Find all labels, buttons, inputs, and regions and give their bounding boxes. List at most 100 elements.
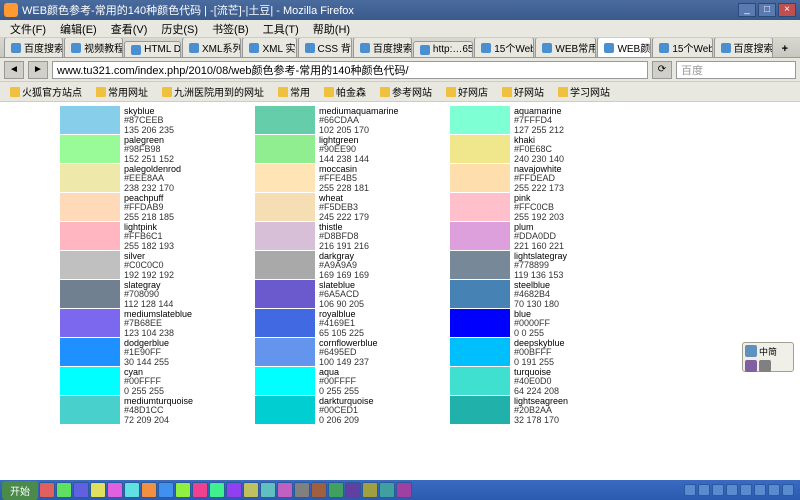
page-content: skyblue#87CEEB135 206 235palegreen#98FB9… bbox=[0, 102, 800, 480]
menu-item[interactable]: 帮助(H) bbox=[307, 20, 356, 38]
browser-tab[interactable]: 百度搜索… bbox=[4, 38, 63, 57]
tab-label: 百度搜索… bbox=[24, 40, 63, 55]
forward-button[interactable]: ► bbox=[28, 61, 48, 79]
color-row: royalblue#4169E165 105 225 bbox=[255, 309, 410, 337]
color-swatch bbox=[450, 164, 510, 192]
taskbar-item[interactable] bbox=[107, 482, 123, 498]
taskbar-item[interactable] bbox=[175, 482, 191, 498]
taskbar-item[interactable] bbox=[56, 482, 72, 498]
close-button[interactable]: × bbox=[778, 3, 796, 17]
taskbar-item[interactable] bbox=[209, 482, 225, 498]
menu-item[interactable]: 查看(V) bbox=[105, 20, 154, 38]
ime-panel[interactable]: 中简 bbox=[742, 342, 794, 372]
taskbar-item[interactable] bbox=[311, 482, 327, 498]
color-swatch bbox=[60, 193, 120, 221]
taskbar-item[interactable] bbox=[277, 482, 293, 498]
menu-item[interactable]: 编辑(E) bbox=[54, 20, 103, 38]
taskbar-item[interactable] bbox=[90, 482, 106, 498]
bookmark-item[interactable]: 常用 bbox=[272, 82, 316, 101]
tab-label: HTML D… bbox=[144, 44, 181, 55]
bookmark-item[interactable]: 好网店 bbox=[440, 82, 494, 101]
taskbar-item[interactable] bbox=[396, 482, 412, 498]
maximize-button[interactable]: □ bbox=[758, 3, 776, 17]
tray-icon[interactable] bbox=[754, 484, 766, 496]
taskbar-item[interactable] bbox=[345, 482, 361, 498]
bookmark-item[interactable]: 参考网站 bbox=[374, 82, 438, 101]
taskbar-item[interactable] bbox=[192, 482, 208, 498]
search-input[interactable]: 百度 bbox=[676, 61, 796, 79]
tab-favicon bbox=[11, 43, 21, 53]
color-rgb: 255 218 185 bbox=[124, 213, 211, 222]
color-info: wheat#F5DEB3245 222 179 bbox=[315, 193, 410, 221]
color-rgb: 0 0 255 bbox=[514, 329, 601, 338]
taskbar-item[interactable] bbox=[294, 482, 310, 498]
color-row: peachpuff#FFDAB9255 218 185 bbox=[60, 193, 215, 221]
tray-icon[interactable] bbox=[740, 484, 752, 496]
browser-tab[interactable]: HTML D… bbox=[124, 41, 181, 57]
taskbar-item[interactable] bbox=[379, 482, 395, 498]
menu-item[interactable]: 工具(T) bbox=[257, 20, 305, 38]
color-row: aquamarine#7FFFD4127 255 212 bbox=[450, 106, 605, 134]
taskbar-item[interactable] bbox=[39, 482, 55, 498]
tray-icon[interactable] bbox=[712, 484, 724, 496]
color-row: navajowhite#FFDEAD255 222 173 bbox=[450, 164, 605, 192]
taskbar-item[interactable] bbox=[73, 482, 89, 498]
color-swatch bbox=[450, 338, 510, 366]
tray-icon[interactable] bbox=[698, 484, 710, 496]
taskbar-item[interactable] bbox=[124, 482, 140, 498]
bookmark-item[interactable]: 好网站 bbox=[496, 82, 550, 101]
color-row: mediumaquamarine#66CDAA102 205 170 bbox=[255, 106, 410, 134]
browser-tab[interactable]: XML系列… bbox=[182, 38, 241, 57]
bookmark-item[interactable]: 九洲医院用到的网址 bbox=[156, 82, 270, 101]
browser-tab[interactable]: CSS 背景 bbox=[298, 38, 352, 57]
taskbar-item[interactable] bbox=[362, 482, 378, 498]
browser-tab[interactable]: 视频教程… bbox=[64, 38, 123, 57]
taskbar-item[interactable] bbox=[243, 482, 259, 498]
browser-tab[interactable]: 百度搜索… bbox=[353, 38, 412, 57]
bookmark-item[interactable]: 火狐官方站点 bbox=[4, 82, 88, 101]
menu-item[interactable]: 书签(B) bbox=[206, 20, 255, 38]
back-button[interactable]: ◄ bbox=[4, 61, 24, 79]
browser-tab[interactable]: XML 实例 bbox=[242, 38, 296, 57]
color-info: cyan#00FFFF0 255 255 bbox=[120, 367, 215, 395]
color-info: mediumaquamarine#66CDAA102 205 170 bbox=[315, 106, 410, 134]
browser-tab[interactable]: WEB颜… bbox=[597, 38, 651, 57]
bookmark-item[interactable]: 学习网站 bbox=[552, 82, 616, 101]
tray-icon[interactable] bbox=[768, 484, 780, 496]
new-tab-button[interactable]: + bbox=[774, 41, 796, 57]
menu-item[interactable]: 历史(S) bbox=[155, 20, 204, 38]
bookmark-item[interactable]: 帕金森 bbox=[318, 82, 372, 101]
minimize-button[interactable]: _ bbox=[738, 3, 756, 17]
taskbar-item[interactable] bbox=[226, 482, 242, 498]
browser-tab[interactable]: http:…6549 bbox=[413, 41, 473, 57]
browser-tab[interactable]: 15个Web… bbox=[652, 38, 712, 57]
color-rgb: 192 192 192 bbox=[124, 271, 211, 280]
bookmark-item[interactable]: 常用网址 bbox=[90, 82, 154, 101]
color-swatch bbox=[60, 251, 120, 279]
bookmark-label: 好网站 bbox=[514, 84, 544, 99]
taskbar-item[interactable] bbox=[141, 482, 157, 498]
bookmark-label: 帕金森 bbox=[336, 84, 366, 99]
color-row: wheat#F5DEB3245 222 179 bbox=[255, 193, 410, 221]
tab-favicon bbox=[131, 45, 141, 55]
url-input[interactable]: www.tu321.com/index.php/2010/08/web颜色参考-… bbox=[52, 61, 648, 79]
start-button[interactable]: 开始 bbox=[2, 481, 38, 500]
color-rgb: 0 191 255 bbox=[514, 358, 601, 367]
browser-tab[interactable]: 15个Web… bbox=[474, 38, 534, 57]
color-swatch bbox=[450, 106, 510, 134]
browser-tab[interactable]: WEB常用… bbox=[535, 38, 596, 57]
tab-label: XML系列… bbox=[202, 40, 241, 55]
tray-icon[interactable] bbox=[782, 484, 794, 496]
tray-icon[interactable] bbox=[726, 484, 738, 496]
taskbar-item[interactable] bbox=[260, 482, 276, 498]
color-row: moccasin#FFE4B5255 228 181 bbox=[255, 164, 410, 192]
firefox-icon bbox=[4, 3, 18, 17]
ime-moon-icon bbox=[745, 360, 757, 372]
taskbar-item[interactable] bbox=[328, 482, 344, 498]
taskbar-item[interactable] bbox=[158, 482, 174, 498]
tray-icon[interactable] bbox=[684, 484, 696, 496]
browser-tab[interactable]: 百度搜索… bbox=[714, 38, 773, 57]
menu-item[interactable]: 文件(F) bbox=[4, 20, 52, 38]
reload-button[interactable]: ⟳ bbox=[652, 61, 672, 79]
tab-label: 15个Web… bbox=[494, 40, 534, 55]
